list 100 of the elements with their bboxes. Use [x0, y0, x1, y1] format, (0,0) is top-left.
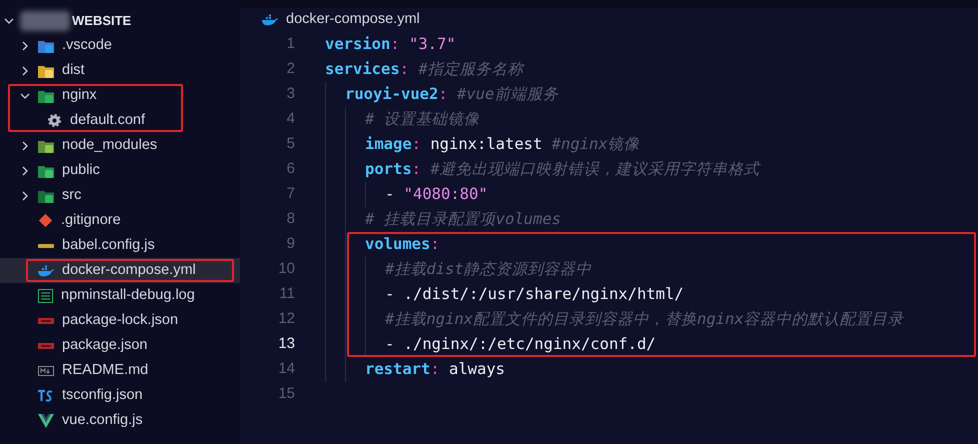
code-token: restart — [365, 358, 430, 380]
line-number: 6 — [286, 159, 295, 180]
code-token: always — [449, 358, 505, 380]
chevron-right-icon[interactable] — [20, 190, 30, 200]
code-token: - ./nginx/:/etc/nginx/conf.d/ — [385, 334, 656, 355]
file-icon — [38, 316, 54, 324]
code-token: - — [385, 184, 396, 205]
code-token: services — [325, 58, 400, 80]
chevron-down-icon[interactable] — [4, 16, 14, 26]
file-row[interactable]: babel.config.js — [0, 233, 240, 258]
file-name: babel.config.js — [62, 236, 155, 255]
code-token: version — [325, 34, 390, 55]
code-token: : — [412, 158, 422, 180]
file-row[interactable]: README.md — [0, 358, 240, 383]
file-name: .vscode — [62, 36, 112, 55]
code-token: image — [365, 134, 412, 155]
folder-row[interactable]: public — [0, 158, 240, 183]
file-name: package.json — [62, 336, 148, 355]
chevron-right-icon[interactable] — [20, 40, 30, 50]
code-token: ports — [365, 158, 412, 180]
vue-logo-icon — [38, 414, 54, 428]
folder-icon — [38, 88, 54, 102]
code-comment: #vue前端服务 — [457, 84, 558, 105]
line-number: 7 — [286, 184, 295, 204]
project-title: WEBSITE — [72, 12, 132, 30]
folder-row[interactable]: dist — [0, 58, 240, 83]
file-row[interactable]: vue.config.js — [0, 408, 240, 433]
file-name: docker-compose.yml — [62, 260, 196, 280]
code-comment: #指定服务名称 — [418, 58, 524, 80]
folder-icon — [38, 38, 54, 52]
code-token: "3.7" — [409, 34, 456, 55]
code-token: nginx:latest — [430, 134, 544, 155]
code-token: : — [430, 358, 441, 380]
file-row[interactable]: package-lock.json — [0, 308, 240, 333]
line-number: 14 — [277, 359, 295, 380]
file-icon — [38, 342, 54, 350]
line-number: 4 — [286, 109, 295, 130]
code-token: : — [438, 84, 449, 105]
code-token: - ./dist/:/usr/share/nginx/html/ — [385, 284, 684, 305]
code-comment: # 设置基础镜像 — [365, 108, 480, 130]
gear-icon — [47, 113, 62, 128]
file-name: public — [62, 160, 100, 180]
code-token: : — [430, 234, 440, 255]
folder-icon — [38, 138, 54, 152]
list-icon — [38, 288, 53, 302]
file-name: node_modules — [62, 136, 158, 155]
file-name: default.conf — [70, 110, 145, 130]
file-row[interactable]: default.conf — [0, 108, 240, 133]
code-token: ruoyi-vue2 — [345, 84, 438, 105]
folder-row[interactable]: src — [0, 183, 240, 208]
chevron-down-icon[interactable] — [20, 90, 30, 100]
code-token: : — [412, 134, 422, 155]
file-name: .gitignore — [61, 210, 121, 230]
file-name: README.md — [62, 360, 148, 380]
file-name: src — [62, 186, 82, 205]
code-comment: # 挂载目录配置项volumes — [365, 208, 561, 230]
code-comment: #nginx镜像 — [552, 134, 640, 155]
file-row[interactable]: tsconfig.json — [0, 383, 240, 408]
line-number: 5 — [286, 134, 295, 154]
folder-icon — [38, 188, 54, 202]
code-comment: #挂载nginx配置文件的目录到容器中，替换nginx容器中的默认配置目录 — [385, 308, 904, 330]
file-name: dist — [62, 60, 85, 80]
line-number: 12 — [277, 309, 295, 330]
file-name: npminstall-debug.log — [61, 286, 195, 305]
line-number: 15 — [277, 384, 295, 404]
file-icon — [38, 242, 54, 250]
whale-icon — [262, 14, 278, 26]
line-number: 2 — [286, 59, 295, 80]
line-number: 13 — [277, 334, 295, 354]
file-row[interactable]: npminstall-debug.log — [0, 283, 240, 308]
file-row[interactable]: .gitignore — [0, 208, 240, 233]
editor-tab[interactable]: docker-compose.yml — [240, 8, 978, 32]
code-comment: #挂载dist静态资源到容器中 — [385, 258, 592, 280]
code-token: : — [400, 58, 410, 80]
file-icon — [38, 366, 54, 376]
code-comment: #避免出现端口映射错误，建议采用字符串格式 — [430, 158, 760, 180]
folder-row[interactable]: node_modules — [0, 133, 240, 158]
line-number: 8 — [286, 209, 295, 230]
chevron-right-icon[interactable] — [20, 140, 30, 150]
folder-icon — [38, 164, 54, 178]
file-name: nginx — [62, 86, 97, 105]
line-number: 3 — [286, 84, 295, 104]
file-name: vue.config.js — [62, 410, 143, 430]
folder-icon — [38, 64, 54, 78]
whale-icon — [38, 264, 54, 276]
file-row[interactable]: package.json — [0, 333, 240, 358]
chevron-right-icon[interactable] — [20, 166, 30, 176]
line-number: 11 — [278, 284, 295, 304]
folder-row[interactable]: .vscode — [0, 33, 240, 58]
redaction-blur — [20, 10, 70, 30]
line-number: 1 — [286, 34, 295, 54]
file-name: package-lock.json — [62, 310, 178, 330]
line-number: 9 — [286, 234, 295, 254]
file-name: tsconfig.json — [62, 386, 143, 405]
file-icon — [38, 388, 54, 402]
line-number: 10 — [277, 259, 295, 280]
chevron-right-icon[interactable] — [20, 66, 30, 76]
code-token: volumes — [365, 234, 430, 255]
code-token: "4080:80" — [404, 184, 488, 205]
folder-row[interactable]: nginx — [0, 83, 240, 108]
